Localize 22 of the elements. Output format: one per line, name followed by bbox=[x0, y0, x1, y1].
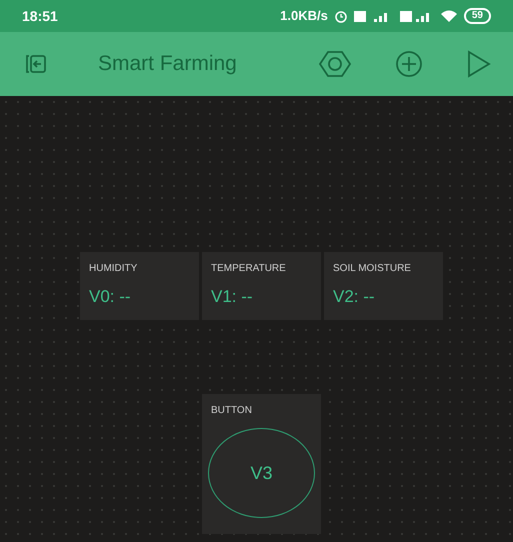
alarm-icon bbox=[334, 9, 348, 23]
widget-label: HUMIDITY bbox=[89, 262, 138, 276]
widget-label: SOIL MOISTURE bbox=[333, 262, 412, 276]
round-button[interactable]: V3 bbox=[208, 428, 315, 518]
add-icon[interactable] bbox=[395, 50, 423, 78]
network-speed: 1.0KB/s bbox=[280, 7, 328, 26]
value-display-widget[interactable]: HUMIDITY V0: -- bbox=[80, 252, 199, 320]
battery-indicator: 59 bbox=[464, 8, 491, 24]
widget-label: BUTTON bbox=[210, 404, 253, 418]
widget-label: TEMPERATURE bbox=[211, 262, 287, 276]
play-icon[interactable] bbox=[467, 50, 491, 78]
settings-icon[interactable] bbox=[319, 50, 351, 78]
value-display-widget[interactable]: SOIL MOISTURE V2: -- bbox=[324, 252, 443, 320]
widget-value: V1: -- bbox=[211, 286, 254, 308]
back-icon[interactable] bbox=[24, 52, 48, 76]
widget-value: V0: -- bbox=[89, 286, 132, 308]
status-time: 18:51 bbox=[22, 6, 58, 26]
wifi-icon bbox=[440, 9, 458, 23]
project-title: Smart Farming bbox=[98, 51, 237, 78]
value-display-widget[interactable]: TEMPERATURE V1: -- bbox=[202, 252, 321, 320]
widget-value: V2: -- bbox=[333, 286, 376, 308]
button-widget[interactable]: BUTTON V3 bbox=[202, 394, 321, 534]
